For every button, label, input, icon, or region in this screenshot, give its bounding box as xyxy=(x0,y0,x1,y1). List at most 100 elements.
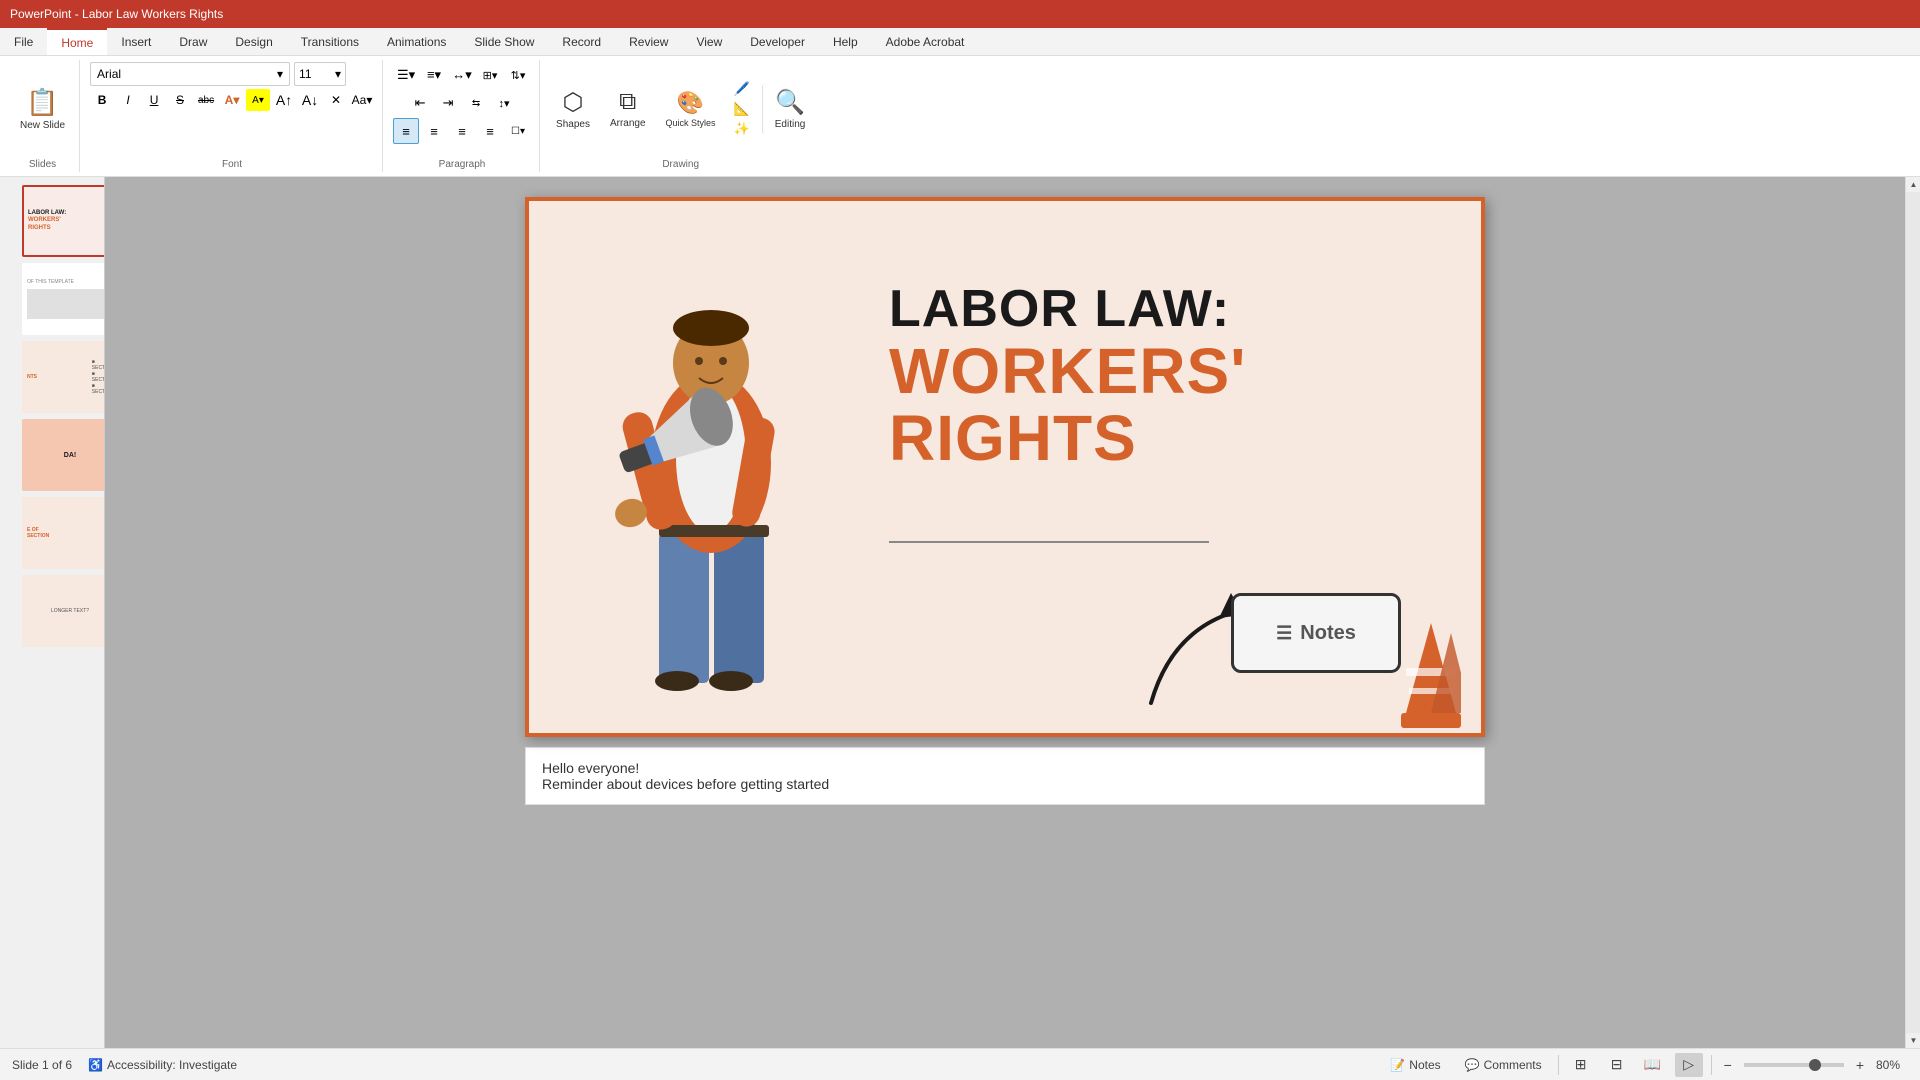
ribbon-tabs: File Home Insert Draw Design Transitions… xyxy=(0,28,1920,56)
notes-callout: ☰ Notes xyxy=(1231,593,1401,673)
font-name-dropdown-icon: ▾ xyxy=(277,67,283,81)
shapes-button[interactable]: ⬡ Shapes xyxy=(550,84,596,134)
font-name-box[interactable]: Arial ▾ xyxy=(90,62,290,86)
slides-panel: 1 LABOR LAW: WORKERS' RIGHTS 2 OF THIS T… xyxy=(0,177,105,1048)
slide-thumb-5[interactable]: E OF SECTION xyxy=(22,497,105,569)
tab-insert[interactable]: Insert xyxy=(107,28,165,55)
font-selector: Arial ▾ 11 ▾ B I U S abc xyxy=(90,62,374,111)
shape-fill-button[interactable]: 🖊️ xyxy=(734,81,750,97)
new-slide-button[interactable]: 📋 New Slide xyxy=(14,83,71,135)
app-title: PowerPoint - Labor Law Workers Rights xyxy=(10,7,223,21)
increase-indent-button[interactable]: ⇥ xyxy=(435,90,461,116)
slide-thumb-inner-2: OF THIS TEMPLATE xyxy=(24,265,105,333)
shape-outline-button[interactable]: 📐 xyxy=(734,101,750,117)
align-right-button[interactable]: ≡ xyxy=(449,118,475,144)
indent-button[interactable]: ↔▾ xyxy=(449,62,475,88)
shapes-icon: ⬡ xyxy=(563,88,584,117)
slide-notes-area[interactable]: Hello everyone! Reminder about devices b… xyxy=(525,747,1485,805)
worker-illustration xyxy=(559,263,839,733)
tab-home[interactable]: Home xyxy=(47,28,107,55)
accessibility-btn[interactable]: ♿ Accessibility: Investigate xyxy=(88,1058,237,1072)
slide-main[interactable]: LABOR LAW: WORKERS' RIGHTS xyxy=(525,197,1485,737)
text-direction-button[interactable]: ⇅▾ xyxy=(505,62,531,88)
font-name-value: Arial xyxy=(97,67,121,81)
scroll-up-arrow[interactable]: ▲ xyxy=(1906,177,1920,192)
font-increase-button[interactable]: A↑ xyxy=(272,89,296,111)
new-slide-icon: 📋 xyxy=(26,87,58,118)
italic-button[interactable]: I xyxy=(116,89,140,111)
zoom-slider[interactable] xyxy=(1744,1063,1844,1067)
tab-animations[interactable]: Animations xyxy=(373,28,460,55)
notes-status-btn[interactable]: 📝 Notes xyxy=(1382,1056,1448,1074)
right-scrollbar[interactable]: ▲ ▼ xyxy=(1905,177,1920,1048)
ribbon-content: 📋 New Slide Slides Arial ▾ 11 xyxy=(0,56,1920,176)
comments-status-btn[interactable]: 💬 Comments xyxy=(1457,1056,1550,1074)
bold-button[interactable]: B xyxy=(90,89,114,111)
slide-thumb-inner-6: LONGER TEXT? xyxy=(24,577,105,645)
strikethrough-button[interactable]: S xyxy=(168,89,192,111)
tab-file[interactable]: File xyxy=(0,28,47,55)
view-normal-btn[interactable]: ⊞ xyxy=(1567,1053,1595,1077)
editing-button[interactable]: 🔍 Editing xyxy=(762,84,812,134)
align-left-button[interactable]: ≡ xyxy=(393,118,419,144)
tab-transitions[interactable]: Transitions xyxy=(287,28,373,55)
ribbon-group-slides: 📋 New Slide Slides xyxy=(6,60,80,172)
justify-button[interactable]: ≡ xyxy=(477,118,503,144)
columns-button[interactable]: ⊞▾ xyxy=(477,62,503,88)
tab-design[interactable]: Design xyxy=(221,28,286,55)
tab-help[interactable]: Help xyxy=(819,28,872,55)
tab-record[interactable]: Record xyxy=(548,28,615,55)
slides-group-label: Slides xyxy=(14,155,71,170)
slide-thumb-2[interactable]: OF THIS TEMPLATE xyxy=(22,263,105,335)
font-color-button[interactable]: A▾ xyxy=(220,89,244,111)
arrange-button[interactable]: ⧉ Arrange xyxy=(604,84,652,133)
font-size-box[interactable]: 11 ▾ xyxy=(294,62,346,86)
slide-thumb-6[interactable]: LONGER TEXT? xyxy=(22,575,105,647)
clear-format-button[interactable]: ✕ xyxy=(324,89,348,111)
underline-button[interactable]: U xyxy=(142,89,166,111)
font-group-content: Arial ▾ 11 ▾ B I U S abc xyxy=(90,62,374,155)
view-reading-btn[interactable]: 📖 xyxy=(1639,1053,1667,1077)
slide-thumb-4[interactable]: DA! xyxy=(22,419,105,491)
font-decrease-button[interactable]: A↓ xyxy=(298,89,322,111)
notes-line2: Reminder about devices before getting st… xyxy=(542,776,1468,792)
decrease-indent-button[interactable]: ⇤ xyxy=(407,90,433,116)
scroll-track xyxy=(1906,192,1920,1033)
zoom-level: 80% xyxy=(1876,1058,1908,1072)
tab-acrobat[interactable]: Adobe Acrobat xyxy=(872,28,979,55)
tab-draw[interactable]: Draw xyxy=(165,28,221,55)
slide-thumb-wrapper-6: 6 LONGER TEXT? xyxy=(4,575,100,647)
status-divider xyxy=(1558,1055,1559,1075)
text-shadow-button[interactable]: ☐▾ xyxy=(505,118,531,144)
bullets-button[interactable]: ☰▾ xyxy=(393,62,419,88)
view-slide-sorter-btn[interactable]: ⊟ xyxy=(1603,1053,1631,1077)
font-controls-row: B I U S abc A▾ A▾ A↑ A↓ ✕ Aa▾ xyxy=(90,89,374,111)
shapes-label: Shapes xyxy=(556,119,590,130)
align-center-button[interactable]: ≡ xyxy=(421,118,447,144)
quick-styles-button[interactable]: 🎨 Quick Styles xyxy=(660,86,722,132)
tab-review[interactable]: Review xyxy=(615,28,682,55)
smart-convert-button[interactable]: ⇆ xyxy=(463,90,489,116)
zoom-minus-btn[interactable]: − xyxy=(1720,1057,1736,1073)
zoom-plus-btn[interactable]: + xyxy=(1852,1057,1868,1073)
highlight-button[interactable]: A▾ xyxy=(246,89,270,111)
slide-thumb-wrapper-1: 1 LABOR LAW: WORKERS' RIGHTS xyxy=(4,185,100,257)
font-case-button[interactable]: Aa▾ xyxy=(350,89,374,111)
quick-styles-icon: 🎨 xyxy=(677,90,704,116)
line-spacing-button[interactable]: ↕▾ xyxy=(491,90,517,116)
accessibility-icon: ♿ xyxy=(88,1058,103,1072)
quick-styles-label: Quick Styles xyxy=(666,118,716,128)
view-presenter-btn[interactable]: ▷ xyxy=(1675,1053,1703,1077)
strikethrough2-button[interactable]: abc xyxy=(194,89,218,111)
status-divider2 xyxy=(1711,1055,1712,1075)
accessibility-label: Accessibility: Investigate xyxy=(107,1058,237,1072)
slide-thumb-3[interactable]: NTS ■ SECTION ■ SECTION ■ SECTION xyxy=(22,341,105,413)
paragraph-row3: ≡ ≡ ≡ ≡ ☐▾ xyxy=(393,118,531,144)
slide-thumb-1[interactable]: LABOR LAW: WORKERS' RIGHTS xyxy=(22,185,105,257)
scroll-down-arrow[interactable]: ▼ xyxy=(1906,1033,1920,1048)
tab-view[interactable]: View xyxy=(682,28,736,55)
numbering-button[interactable]: ≡▾ xyxy=(421,62,447,88)
tab-slideshow[interactable]: Slide Show xyxy=(460,28,548,55)
shape-effects-button[interactable]: ✨ xyxy=(734,121,750,137)
tab-developer[interactable]: Developer xyxy=(736,28,819,55)
